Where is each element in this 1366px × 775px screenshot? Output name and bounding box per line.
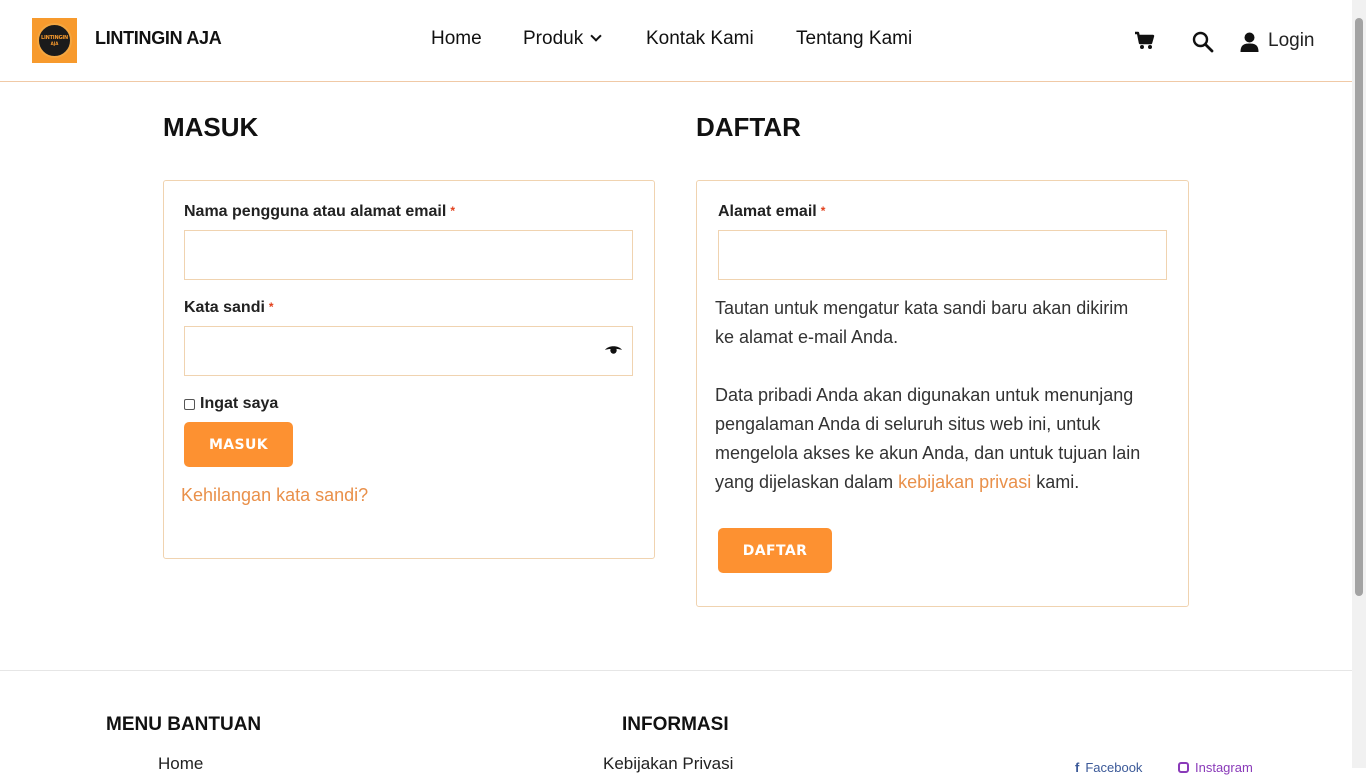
lost-password-link[interactable]: Kehilangan kata sandi? [181, 485, 368, 506]
nav-kontak-kami[interactable]: Kontak Kami [646, 28, 754, 50]
privacy-line: yang dijelaskan dalam kebijakan privasi … [715, 468, 1140, 497]
password-info-line: ke alamat e-mail Anda. [715, 327, 899, 347]
password-input[interactable] [184, 326, 633, 376]
logo-emblem: LINTINGIN AJA [37, 23, 72, 58]
password-label-text: Kata sandi [184, 299, 265, 316]
cart-icon[interactable] [1134, 31, 1156, 51]
eye-icon[interactable] [604, 344, 623, 356]
required-mark: * [450, 204, 455, 218]
username-label: Nama pengguna atau alamat email * [184, 203, 455, 221]
privacy-policy-link[interactable]: kebijakan privasi [898, 472, 1031, 492]
nav-home[interactable]: Home [431, 28, 482, 50]
privacy-line: Data pribadi Anda akan digunakan untuk m… [715, 385, 1134, 405]
privacy-line: pengalaman Anda di seluruh situs web ini… [715, 414, 1101, 434]
remember-me[interactable]: Ingat saya [184, 395, 278, 413]
page-scrollbar[interactable] [1352, 0, 1366, 768]
footer-divider [0, 670, 1352, 671]
email-input[interactable] [718, 230, 1167, 280]
username-input[interactable] [184, 230, 633, 280]
nav-produk-label: Produk [523, 28, 584, 49]
username-label-text: Nama pengguna atau alamat email [184, 203, 447, 220]
remember-checkbox[interactable] [184, 398, 195, 410]
search-icon[interactable] [1192, 31, 1214, 53]
footer-link-privacy[interactable]: Kebijakan Privasi [603, 754, 733, 774]
site-logo[interactable]: LINTINGIN AJA [32, 18, 77, 63]
required-mark: * [820, 204, 826, 218]
password-label: Kata sandi * [184, 299, 274, 317]
site-header: LINTINGIN AJA LINTINGIN AJA Home Produk … [0, 0, 1352, 82]
nav-tentang-kami[interactable]: Tentang Kami [796, 28, 912, 50]
privacy-text-pre: yang dijelaskan dalam [715, 472, 899, 492]
login-link[interactable]: Login [1268, 30, 1315, 52]
nav-produk[interactable]: Produk [523, 28, 602, 50]
login-title: MASUK [163, 112, 259, 142]
footer-info-title: INFORMASI [622, 714, 729, 735]
password-info-line: Tautan untuk mengatur kata sandi baru ak… [715, 298, 1129, 318]
user-icon[interactable] [1240, 32, 1259, 52]
remember-label: Ingat saya [200, 395, 279, 412]
brand-name[interactable]: LINTINGIN AJA [95, 28, 222, 49]
email-label: Alamat email * [718, 203, 825, 221]
footer-menu-title: MENU BANTUAN [106, 714, 262, 735]
login-button[interactable]: MASUK [184, 422, 293, 467]
footer-link-home[interactable]: Home [158, 754, 203, 774]
password-info-text: Tautan untuk mengatur kata sandi baru ak… [715, 294, 1128, 352]
privacy-text: Data pribadi Anda akan digunakan untuk m… [715, 381, 1140, 497]
email-label-text: Alamat email [718, 203, 817, 220]
scrollbar-thumb[interactable] [1355, 18, 1363, 596]
privacy-text-post: kami. [1031, 472, 1080, 492]
logo-text-bottom: AJA [50, 41, 59, 46]
privacy-line: mengelola akses ke akun Anda, dan untuk … [715, 443, 1141, 463]
register-title: DAFTAR [696, 112, 801, 142]
required-mark: * [268, 300, 274, 314]
chevron-down-icon [590, 30, 602, 42]
register-button[interactable]: DAFTAR [718, 528, 832, 573]
